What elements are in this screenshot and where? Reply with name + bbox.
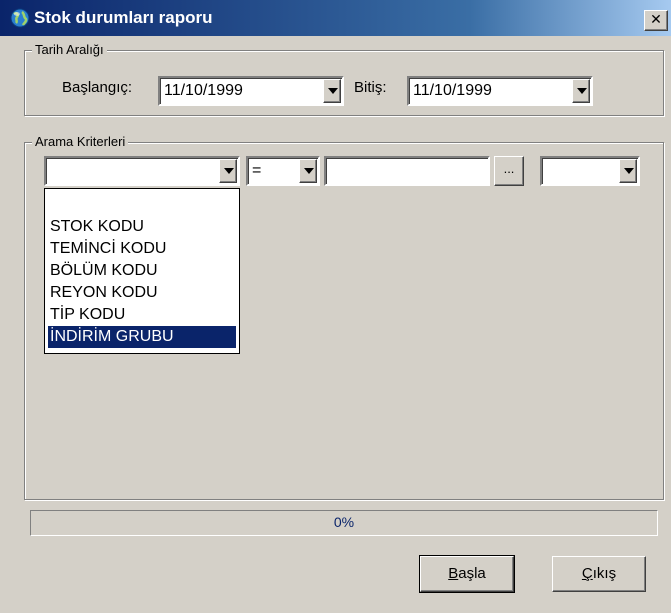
- criteria-value-input[interactable]: [324, 156, 490, 186]
- end-date-value: 11/10/1999: [413, 82, 492, 99]
- criteria-field-select[interactable]: [44, 156, 240, 186]
- list-item[interactable]: STOK KODU: [48, 216, 236, 238]
- end-date-dropdown-button[interactable]: [572, 79, 590, 103]
- dialog-body: Tarih Aralığı Başlangıç: 11/10/1999 Biti…: [8, 36, 671, 613]
- close-icon: ✕: [650, 12, 662, 28]
- progress-label: 0%: [333, 514, 355, 530]
- end-date-select[interactable]: 11/10/1999: [407, 76, 593, 106]
- search-criteria-legend: Arama Kriterleri: [32, 134, 129, 149]
- list-item[interactable]: TİP KODU: [48, 304, 236, 326]
- date-range-legend: Tarih Aralığı: [32, 42, 107, 57]
- list-item[interactable]: TEMİNCİ KODU: [48, 238, 236, 260]
- browse-button[interactable]: ...: [494, 156, 524, 186]
- start-date-value: 11/10/1999: [164, 82, 243, 99]
- operator-value: =: [252, 162, 262, 179]
- exit-button[interactable]: Çıkış: [552, 556, 646, 592]
- operator-select[interactable]: =: [246, 156, 320, 186]
- extra-criteria-select[interactable]: [540, 156, 640, 186]
- title-bar[interactable]: Stok durumları raporu ✕: [0, 0, 671, 36]
- criteria-field-dropdown-list[interactable]: STOK KODU TEMİNCİ KODU BÖLÜM KODU REYON …: [44, 188, 240, 354]
- exit-button-accelerator: Ç: [581, 565, 593, 582]
- close-button[interactable]: ✕: [644, 10, 668, 31]
- start-date-label: Başlangıç:: [62, 79, 133, 96]
- chevron-down-icon: [328, 88, 338, 94]
- chevron-down-icon: [577, 88, 587, 94]
- end-date-label: Bitiş:: [354, 79, 387, 96]
- extra-criteria-dropdown-button[interactable]: [619, 159, 637, 183]
- start-date-dropdown-button[interactable]: [323, 79, 341, 103]
- globe-icon: [9, 8, 31, 28]
- list-item[interactable]: [48, 192, 236, 214]
- start-button-accelerator: B: [448, 565, 459, 582]
- exit-button-label: ıkış: [592, 565, 617, 582]
- operator-dropdown-button[interactable]: [299, 159, 317, 183]
- list-item[interactable]: BÖLÜM KODU: [48, 260, 236, 282]
- chevron-down-icon: [224, 168, 234, 174]
- list-item[interactable]: REYON KODU: [48, 282, 236, 304]
- chevron-down-icon: [624, 168, 634, 174]
- list-item-selected[interactable]: İNDİRİM GRUBU: [48, 326, 236, 348]
- start-button-label: aşla: [458, 565, 486, 582]
- progress-bar: 0%: [30, 510, 658, 536]
- start-button[interactable]: Başla: [419, 555, 515, 593]
- criteria-field-dropdown-button[interactable]: [219, 159, 237, 183]
- start-date-select[interactable]: 11/10/1999: [158, 76, 344, 106]
- chevron-down-icon: [304, 168, 314, 174]
- window-title: Stok durumları raporu: [34, 8, 213, 27]
